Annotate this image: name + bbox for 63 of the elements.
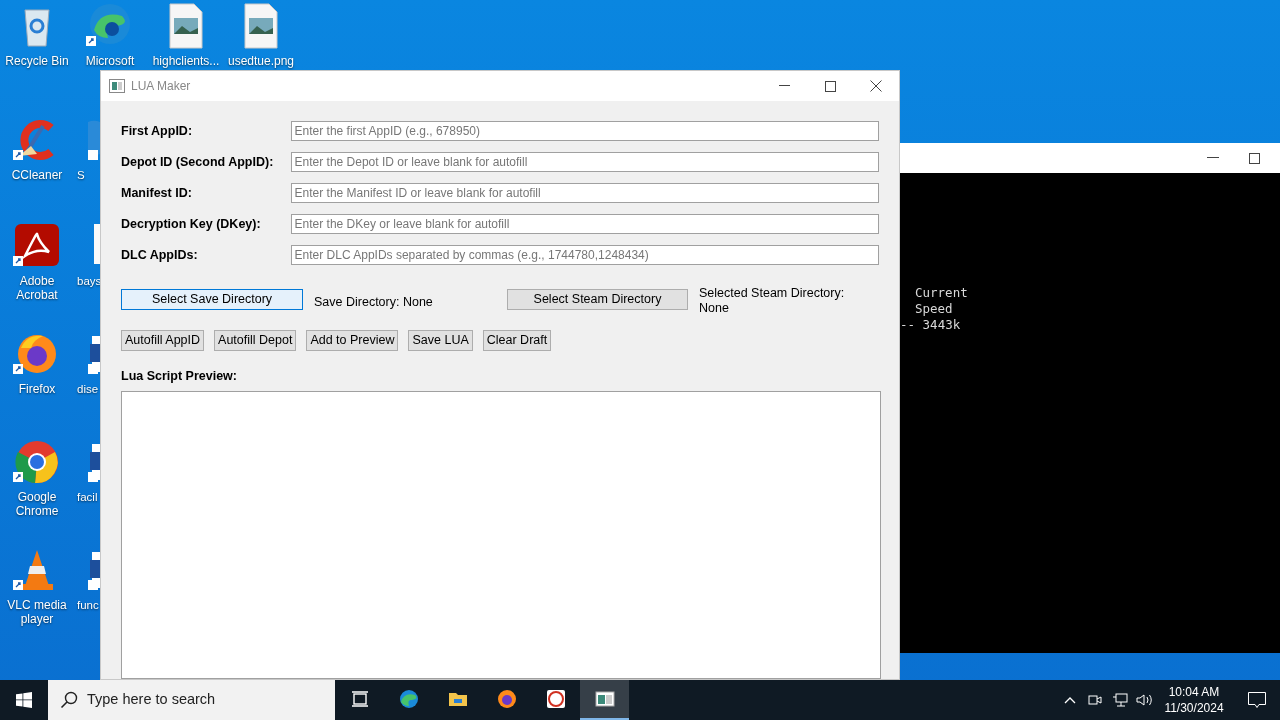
save-directory-text: Save Directory: None bbox=[314, 294, 434, 311]
field-label: First AppID: bbox=[121, 122, 194, 140]
input-field[interactable]: Enter the Depot ID or leave blank for autofill bbox=[290, 152, 879, 172]
desktop-icon-label: Firefox bbox=[18, 382, 56, 396]
desktop-icon-label: func bbox=[76, 598, 99, 613]
search-field[interactable]: Type here to search bbox=[48, 680, 335, 720]
desktop-icon-label: VLC media player bbox=[6, 598, 68, 626]
console-text: Speed bbox=[914, 301, 954, 317]
field-label: Decryption Key (DKey): bbox=[121, 215, 262, 233]
close-icon bbox=[870, 80, 882, 92]
maximize-icon bbox=[824, 80, 836, 92]
console-text: Current bbox=[914, 285, 969, 301]
minimize-icon[interactable] bbox=[1207, 157, 1219, 159]
desktop-icon-label: usedtue.png bbox=[227, 54, 295, 68]
taskbar-app-button[interactable] bbox=[580, 680, 629, 720]
desktop-icon-label: CCleaner bbox=[11, 168, 63, 182]
minimize-icon bbox=[778, 85, 790, 87]
window-title: LUA Maker bbox=[131, 78, 191, 95]
speaker-icon[interactable] bbox=[1136, 693, 1154, 707]
camera-icon[interactable] bbox=[1088, 693, 1102, 707]
input-field[interactable]: Enter DLC AppIDs separated by commas (e.g., 1744780,1248434) bbox=[290, 245, 879, 265]
preview-label: Lua Script Preview: bbox=[121, 368, 238, 385]
select-save-directory-button[interactable]: Select Save Directory bbox=[121, 289, 303, 310]
steam-directory-label: Selected Steam Directory: bbox=[699, 286, 845, 301]
field-label: Manifest ID: bbox=[121, 184, 193, 202]
windows-logo-icon bbox=[16, 692, 32, 708]
field-label: DLC AppIDs: bbox=[121, 246, 199, 264]
action-button[interactable]: Save LUA bbox=[408, 330, 473, 351]
window-app-icon bbox=[594, 689, 615, 709]
desktop-icon-label: bays bbox=[76, 274, 100, 289]
input-field[interactable]: Enter the first AppID (e.g., 678950) bbox=[290, 121, 879, 141]
desktop-icon-label: Adobe Acrobat bbox=[15, 274, 59, 302]
input-field[interactable]: Enter the DKey or leave blank for autofill bbox=[290, 214, 879, 234]
desktop-icon-label: facil bbox=[76, 490, 98, 505]
browser-icon[interactable] bbox=[13, 438, 61, 486]
desktop-icon-label: dise bbox=[76, 382, 99, 397]
window-app-icon bbox=[109, 79, 125, 93]
search-icon bbox=[60, 691, 78, 709]
desktop-icon-label: Microsoft bbox=[85, 54, 135, 68]
speech-bubble-icon bbox=[1248, 691, 1266, 709]
browser-icon bbox=[496, 689, 517, 709]
action-button[interactable]: Autofill Depot bbox=[214, 330, 297, 351]
field-label: Depot ID (Second AppID): bbox=[121, 153, 275, 171]
console-text: -- 3443k bbox=[900, 317, 962, 333]
network-icon[interactable] bbox=[1112, 693, 1128, 707]
input-field[interactable]: Enter the Manifest ID or leave blank for autofill bbox=[290, 183, 879, 203]
desktop-icon-label: Recycle Bin bbox=[5, 54, 69, 68]
desktop-icon-label: Google Chrome bbox=[14, 490, 60, 518]
chevron-up-icon[interactable] bbox=[1064, 696, 1076, 704]
action-button[interactable]: Clear Draft bbox=[482, 330, 552, 351]
action-button[interactable]: Add to Preview bbox=[306, 330, 399, 351]
action-button[interactable]: Autofill AppID bbox=[121, 330, 205, 351]
task-view-icon bbox=[349, 689, 370, 709]
clock-time: 10:04 AM bbox=[1168, 684, 1220, 700]
select-steam-directory-button[interactable]: Select Steam Directory bbox=[507, 289, 688, 310]
maximize-icon[interactable] bbox=[1249, 152, 1260, 164]
clock[interactable]: 10:04 AM 11/30/2024 bbox=[1164, 684, 1224, 716]
desktop-icon-label: S bbox=[76, 168, 85, 183]
clock-date: 11/30/2024 bbox=[1164, 700, 1224, 716]
search-placeholder: Type here to search bbox=[87, 690, 216, 710]
desktop-icon-label: highclients... bbox=[152, 54, 220, 68]
steam-directory-value: None bbox=[699, 301, 730, 316]
browser-icon bbox=[398, 689, 419, 709]
